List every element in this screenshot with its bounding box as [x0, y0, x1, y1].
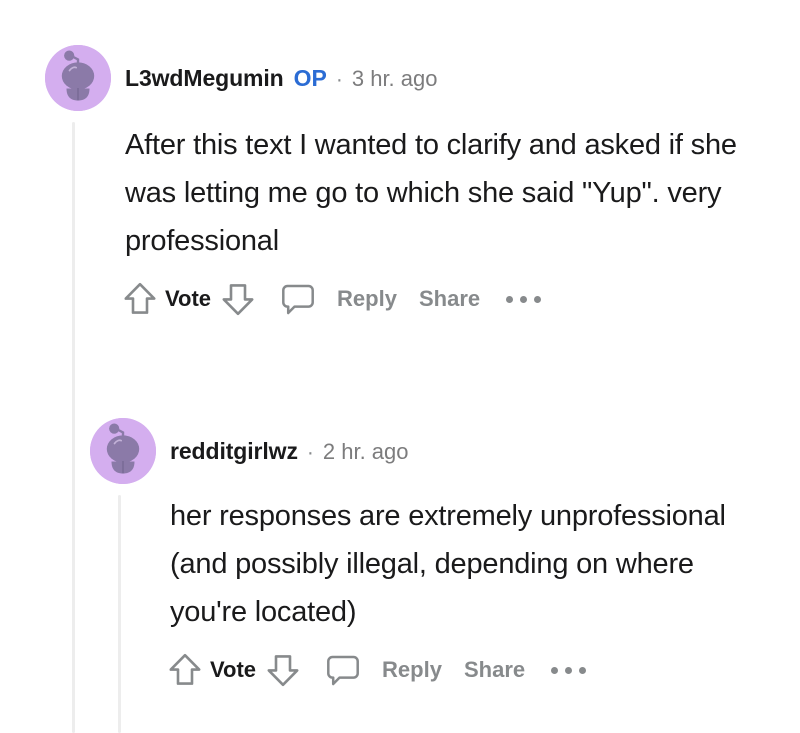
reply-button[interactable]: Reply [337, 286, 397, 312]
downvote-arrow-icon[interactable] [266, 652, 300, 688]
comment-bubble-icon[interactable] [326, 653, 360, 687]
comment-header: redditgirlwz · 2 hr. ago [90, 418, 785, 484]
comment-body: her responses are extremely unprofession… [170, 500, 726, 628]
comment-thread: L3wdMegumin OP · 3 hr. ago After this te… [0, 0, 800, 733]
comment-meta: redditgirlwz · 2 hr. ago [170, 438, 409, 465]
comment-timestamp: 2 hr. ago [322, 438, 409, 464]
dot [551, 666, 559, 674]
comment-action-bar: Vote Reply Share [168, 652, 785, 688]
more-options-icon[interactable] [506, 295, 542, 303]
comment-body: After this text I wanted to clarify and … [125, 129, 737, 257]
comment-meta: L3wdMegumin OP · 3 hr. ago [125, 65, 438, 92]
dot [520, 295, 528, 303]
comment-action-bar: Vote Reply Share [123, 281, 785, 317]
comment-header: L3wdMegumin OP · 3 hr. ago [45, 45, 785, 111]
share-button[interactable]: Share [419, 286, 480, 312]
dot [565, 666, 573, 674]
vote-count-label: Vote [165, 286, 212, 311]
dot [506, 295, 514, 303]
reply-button[interactable]: Reply [382, 657, 442, 683]
dot [534, 295, 542, 303]
comment-item: L3wdMegumin OP · 3 hr. ago After this te… [45, 45, 785, 317]
vote-count-label: Vote [210, 657, 257, 682]
avatar[interactable] [45, 45, 111, 111]
avatar[interactable] [90, 418, 156, 484]
comment-author[interactable]: redditgirlwz [170, 438, 298, 465]
comment-item: redditgirlwz · 2 hr. ago her responses a… [90, 418, 785, 688]
comment-author[interactable]: L3wdMegumin [125, 65, 284, 92]
upvote-arrow-icon[interactable] [168, 652, 202, 688]
op-badge: OP [293, 64, 327, 91]
comment-bubble-icon[interactable] [281, 282, 315, 316]
more-options-icon[interactable] [551, 666, 587, 674]
downvote-arrow-icon[interactable] [221, 281, 255, 317]
meta-separator: · [335, 67, 343, 91]
comment-timestamp: 3 hr. ago [351, 65, 438, 91]
meta-separator: · [306, 440, 314, 464]
upvote-arrow-icon[interactable] [123, 281, 157, 317]
share-button[interactable]: Share [464, 657, 525, 683]
dot [579, 666, 587, 674]
